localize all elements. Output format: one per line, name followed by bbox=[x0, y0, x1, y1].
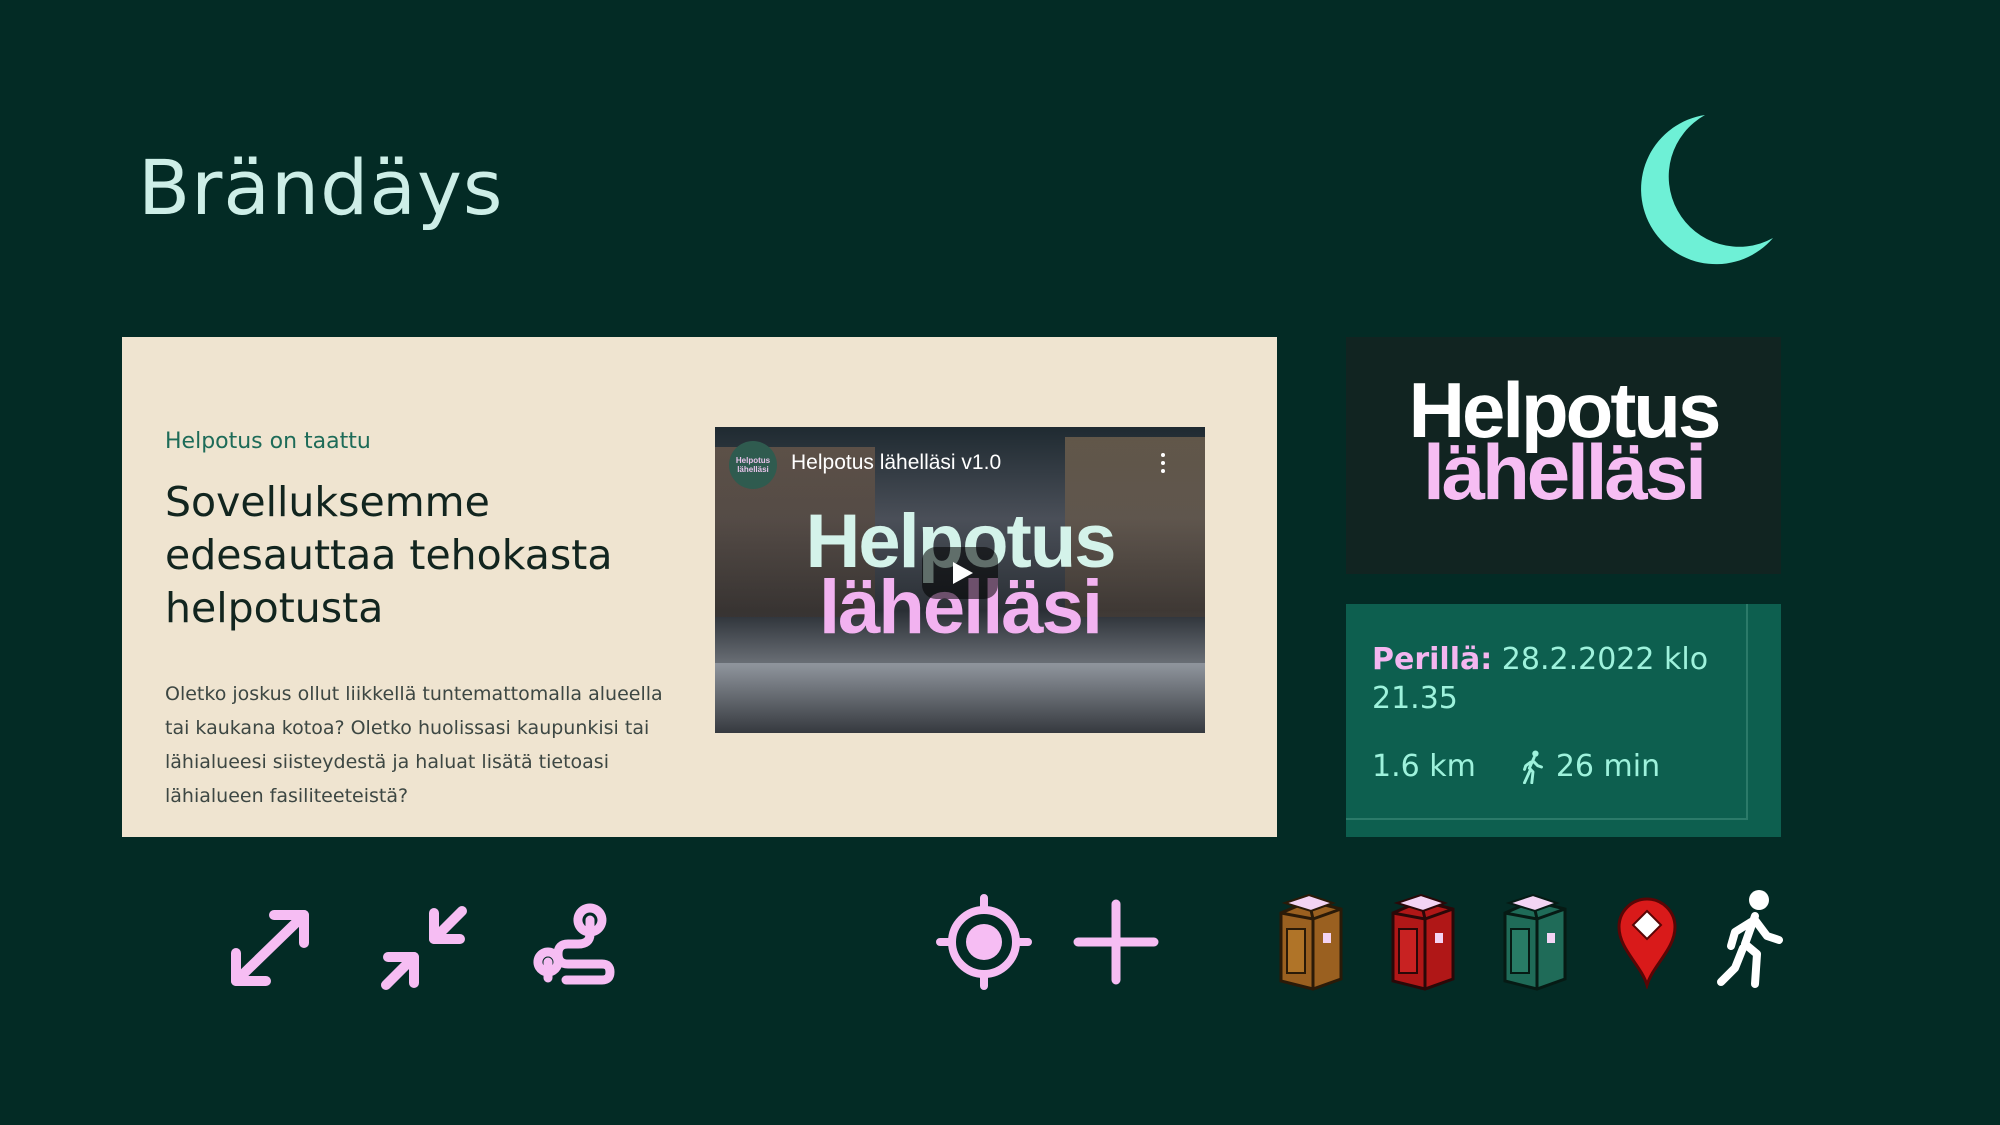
walking-small-icon bbox=[1522, 749, 1543, 784]
landing-body-text: Oletko joskus ollut liikkellä tuntematto… bbox=[165, 683, 663, 807]
toilet-brown-icon bbox=[1275, 893, 1345, 991]
duration-value: 26 min bbox=[1555, 749, 1661, 784]
toilet-green-icon bbox=[1499, 893, 1569, 991]
slide-title: Brändäys bbox=[138, 143, 504, 232]
plus-icon[interactable] bbox=[1072, 898, 1160, 986]
arrival-line: Perillä: 28.2.2022 klo 21.35 bbox=[1372, 640, 1732, 718]
arrival-label: Perillä: bbox=[1372, 642, 1493, 677]
expand-icon[interactable] bbox=[222, 903, 318, 993]
locate-icon[interactable] bbox=[936, 894, 1032, 990]
eyebrow-text: Helpotus on taattu bbox=[165, 429, 371, 454]
arrival-info-card: Perillä: 28.2.2022 klo 21.35 1.6 km 26 m… bbox=[1346, 604, 1781, 837]
video-title[interactable]: Helpotus lähelläsi v1.0 bbox=[791, 451, 1001, 475]
play-button[interactable] bbox=[922, 547, 998, 599]
video-player[interactable]: Helpotus lähelläsi Helpotus lähelläsi v1… bbox=[715, 427, 1205, 733]
collapse-icon[interactable] bbox=[376, 903, 472, 993]
map-pin-icon bbox=[1615, 895, 1679, 989]
walking-person-icon bbox=[1715, 888, 1787, 990]
route-icon[interactable] bbox=[532, 900, 616, 986]
trip-stats: 1.6 km 26 min bbox=[1372, 749, 1660, 784]
channel-avatar[interactable]: Helpotus lähelläsi bbox=[729, 441, 777, 489]
distance-value: 1.6 km bbox=[1372, 749, 1476, 784]
landing-headline: Sovelluksemme edesauttaa tehokasta helpo… bbox=[165, 478, 613, 632]
more-options-icon[interactable] bbox=[1161, 453, 1165, 477]
landing-preview-card: Helpotus on taattu Sovelluksemme edesaut… bbox=[122, 337, 1277, 837]
moon-icon bbox=[1615, 110, 1775, 270]
brand-logo-tile: Helpotus lähelläsi bbox=[1346, 337, 1781, 574]
toilet-red-icon bbox=[1387, 893, 1457, 991]
brand-logo-line2: lähelläsi bbox=[1423, 428, 1707, 516]
